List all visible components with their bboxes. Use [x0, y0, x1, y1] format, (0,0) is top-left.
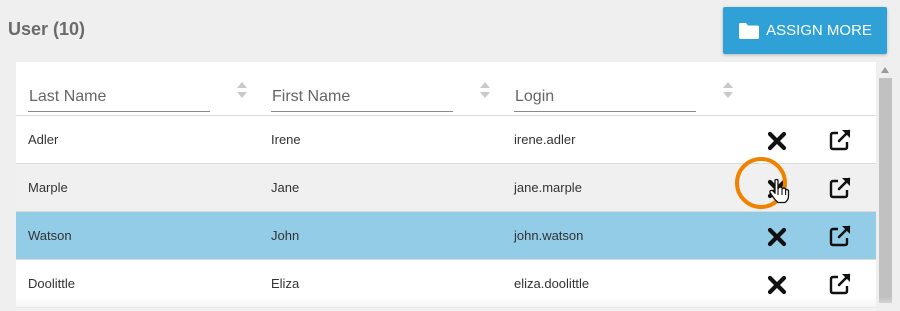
- column-label: First Name: [272, 88, 351, 105]
- login-cell: eliza.doolittle: [514, 276, 590, 291]
- external-link-icon[interactable]: [828, 272, 852, 296]
- last-name-cell: Watson: [28, 228, 72, 243]
- close-icon[interactable]: [767, 179, 787, 199]
- last-name-cell: Doolittle: [28, 276, 75, 291]
- first-name-cell: Irene: [271, 132, 301, 147]
- external-link-icon[interactable]: [828, 128, 852, 152]
- vertical-scrollbar[interactable]: [876, 62, 900, 311]
- last-name-cell: Adler: [28, 132, 59, 147]
- external-link-icon[interactable]: [828, 224, 852, 248]
- last-name-filter-field[interactable]: Last Name: [28, 86, 210, 112]
- user-table: Last Name First Name Login Adler Irene i…: [16, 62, 876, 311]
- first-name-filter-field[interactable]: First Name: [271, 86, 453, 112]
- login-filter-field[interactable]: Login: [514, 86, 696, 112]
- table-row[interactable]: Adler Irene irene.adler: [16, 116, 876, 164]
- login-cell: irene.adler: [514, 132, 576, 147]
- table-row[interactable]: Marple Jane jane.marple: [16, 164, 876, 212]
- table-row-selected[interactable]: Watson John john.watson: [16, 212, 876, 260]
- last-name-cell: Marple: [28, 180, 68, 195]
- column-label: Login: [515, 88, 555, 105]
- first-name-cell: Jane: [271, 180, 300, 195]
- assign-more-button[interactable]: ASSIGN MORE: [723, 7, 887, 54]
- page-title: User (10): [8, 19, 86, 39]
- sort-icon[interactable]: [479, 80, 491, 100]
- scrollbar-thumb[interactable]: [879, 78, 892, 303]
- assign-more-label: ASSIGN MORE: [766, 22, 872, 39]
- first-name-cell: Eliza: [271, 276, 300, 291]
- close-icon[interactable]: [767, 131, 787, 151]
- first-name-cell: John: [271, 228, 300, 243]
- sort-icon[interactable]: [722, 80, 734, 100]
- login-cell: john.watson: [514, 228, 584, 243]
- close-icon[interactable]: [767, 227, 787, 247]
- sort-icon[interactable]: [236, 80, 248, 100]
- external-link-icon[interactable]: [828, 176, 852, 200]
- login-cell: jane.marple: [514, 180, 582, 195]
- column-label: Last Name: [29, 88, 107, 105]
- table-row[interactable]: Doolittle Eliza eliza.doolittle: [16, 260, 876, 308]
- scroll-up-arrow-icon[interactable]: [880, 66, 890, 74]
- close-icon[interactable]: [767, 275, 787, 295]
- folder-icon: [738, 22, 760, 40]
- table-header: Last Name First Name Login: [16, 62, 876, 116]
